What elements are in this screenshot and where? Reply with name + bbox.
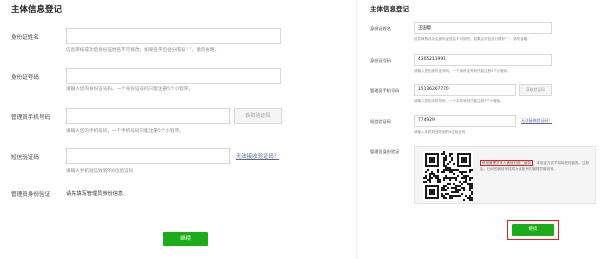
id-number-input[interactable]: 4305211991 xyxy=(414,54,552,66)
id-name-hint: 信息审核成功后身份证姓名不可修改；如果名字包含分隔号“·”，请勿省略。 xyxy=(414,37,531,41)
sms-code-input[interactable] xyxy=(66,148,230,164)
sms-code-label: 短信验证码 xyxy=(11,155,39,161)
id-number-input[interactable] xyxy=(66,68,281,84)
sms-code-hint: 请输入手机短信收到的6位验证码 xyxy=(66,169,134,174)
left-form-panel: 主体信息登记 身份证姓名 信息审核成功后身份证姓名不可修改；如果名字包含分隔号“… xyxy=(0,0,356,259)
continue-button[interactable]: 继续 xyxy=(512,224,554,236)
id-number-hint: 请输入您的身份证号码。一个身份证号码只能注册5个小程序。 xyxy=(66,87,193,92)
admin-verify-status: 请先填写管理员身份信息 xyxy=(66,191,124,197)
id-number-label: 身份证号码 xyxy=(370,58,391,63)
sms-code-hint: 请输入手机短信收到的6位验证码 xyxy=(414,130,466,134)
qr-instruction-highlight: 请用管理员本人微信扫描二维码 xyxy=(480,160,533,166)
phone-hint: 请输入您的手机号码，一个手机号码只能注册5个小程序。 xyxy=(414,99,504,103)
cannot-receive-code-link[interactable]: 无法接收验证码？ xyxy=(236,152,279,160)
qr-code[interactable] xyxy=(423,151,473,201)
phone-hint: 请输入您的手机号码，一个手机号码只能注册5个小程序。 xyxy=(66,129,184,134)
phone-label: 管理员手机号码 xyxy=(370,88,400,93)
id-name-input[interactable]: 王国能 xyxy=(414,22,552,34)
admin-verify-label: 管理员身份验证 xyxy=(11,192,51,198)
continue-button[interactable]: 继续 xyxy=(163,232,208,246)
get-code-button[interactable]: 获取验证码 xyxy=(519,84,552,96)
qr-instruction: 请用管理员本人微信扫描二维码 。本验证方式不扣除任何费用。注册后，扫码的微信号将成… xyxy=(480,160,592,172)
phone-input[interactable]: 15136267770 xyxy=(414,84,516,96)
sms-code-input[interactable]: 774929 xyxy=(414,115,516,127)
id-number-hint: 请输入您的身份证号码。一个身份证号码只能注册5个小程序。 xyxy=(414,69,511,73)
phone-label: 管理员手机号码 xyxy=(11,115,51,121)
cannot-receive-code-link[interactable]: 无法接收验证码？ xyxy=(521,118,552,124)
id-name-input[interactable] xyxy=(66,28,281,44)
id-number-label: 身份证号码 xyxy=(11,75,39,81)
sms-code-label: 短信验证码 xyxy=(370,119,391,124)
id-name-hint: 信息审核成功后身份证姓名不可修改；如果名字包含分隔号“·”，请勿省略。 xyxy=(66,48,220,53)
right-form-panel: 主体信息登记 身份证姓名 王国能 信息审核成功后身份证姓名不可修改；如果名字包含… xyxy=(356,0,600,259)
id-name-label: 身份证姓名 xyxy=(11,35,39,41)
page-title: 主体信息登记 xyxy=(370,5,409,13)
get-code-button[interactable]: 获取验证码 xyxy=(234,108,282,124)
qr-verify-panel: 请用管理员本人微信扫描二维码 。本验证方式不扣除任何费用。注册后，扫码的微信号将成… xyxy=(414,146,596,204)
page-title: 主体信息登记 xyxy=(11,5,63,15)
phone-input[interactable] xyxy=(66,108,230,124)
id-name-label: 身份证姓名 xyxy=(370,26,391,31)
admin-verify-label: 管理员身份验证 xyxy=(370,149,400,154)
